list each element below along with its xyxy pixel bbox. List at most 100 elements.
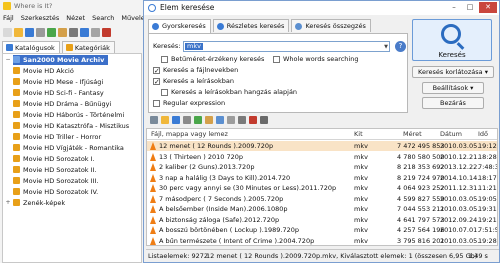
table-header: Fájl, mappa vagy lemez Kit Méret Dátum I… <box>147 129 497 140</box>
tree-item[interactable]: Movie HD Sorozatok IV. <box>13 187 98 197</box>
close-button[interactable]: ✕ <box>479 2 497 13</box>
delete-icon[interactable] <box>102 27 111 37</box>
expand-icon[interactable]: + <box>5 200 11 206</box>
catalog-tabs: Katalógusok Kategóriák <box>2 41 140 53</box>
tree-item[interactable]: Movie HD Katasztrófa - Misztikus <box>13 121 129 131</box>
view-mode-icon[interactable] <box>150 116 158 124</box>
tree-item[interactable]: Movie HD Sorozatok III. <box>13 176 98 186</box>
cell-time: 19:28:19 <box>478 236 497 245</box>
save-icon[interactable] <box>25 27 34 37</box>
help-icon[interactable]: ? <box>395 41 406 52</box>
save-icon[interactable] <box>172 116 180 124</box>
vlc-file-icon <box>150 205 156 213</box>
copy-icon[interactable] <box>205 116 213 124</box>
vlc-file-icon <box>150 184 156 192</box>
table-row[interactable]: A bosszú börtönében ( Lockup ).1989.720p… <box>147 225 497 235</box>
main-toolbar <box>0 25 140 39</box>
tab-detailed-search[interactable]: Részletes keresés <box>212 19 290 32</box>
column-date[interactable]: Dátum <box>440 130 462 138</box>
minimize-button[interactable]: – <box>447 2 461 13</box>
menu-view[interactable]: Nézet <box>66 12 85 24</box>
filter-icon[interactable] <box>238 116 246 124</box>
collapse-icon[interactable]: − <box>5 57 11 63</box>
tree-item[interactable]: Movie HD Sorozatok I. <box>13 154 95 164</box>
add-disk-icon[interactable] <box>47 27 56 37</box>
cell-time: 7:51:51 <box>478 226 497 234</box>
tab-categories[interactable]: Kategóriák <box>61 41 115 53</box>
tab-catalogs[interactable]: Katalógusok <box>2 41 60 53</box>
open-folder-icon[interactable] <box>14 27 23 37</box>
checkbox-label: Whole words searching <box>283 55 359 63</box>
sound-alike-checkbox[interactable]: Keresés a leírásokban hangzás alapján <box>161 88 297 97</box>
search-button[interactable]: Keresés <box>412 19 492 61</box>
table-row[interactable]: 7 másodperc ( 7 Seconds ).2005.720p mkv 4 … <box>147 194 497 204</box>
print-icon[interactable] <box>183 116 191 124</box>
tree-item[interactable]: Movie HD Triller - Horror <box>13 132 101 142</box>
menu-search[interactable]: Search <box>92 12 114 24</box>
cell-date: 2010.07.01. <box>440 226 480 234</box>
search-filenames-checkbox[interactable]: ✓ Keresés a fájlnevekben <box>153 66 238 75</box>
column-name[interactable]: Fájl, mappa vagy lemez <box>151 130 228 138</box>
cell-time: 19:31:42 <box>478 205 497 213</box>
maximize-button[interactable]: □ <box>463 2 477 13</box>
tree-item-label: Movie HD Sorozatok III. <box>23 177 99 185</box>
keyword-label: Keresés: <box>153 42 181 50</box>
properties-icon[interactable] <box>69 27 78 37</box>
edit-icon[interactable] <box>227 116 235 124</box>
tree-root[interactable]: San2000 Movie Archiv <box>13 55 109 65</box>
open-folder-icon[interactable] <box>161 116 169 124</box>
column-ext[interactable]: Kit <box>354 130 363 138</box>
properties-icon[interactable] <box>216 116 224 124</box>
column-time[interactable]: Idő <box>478 130 488 138</box>
column-size[interactable]: Méret <box>403 130 422 138</box>
keyword-input[interactable]: mkv ▼ <box>183 41 390 52</box>
table-row[interactable]: A belsőember (Inside Man).2006.1080p mkv 7… <box>147 204 497 214</box>
regex-checkbox[interactable]: Regular expression <box>153 99 225 108</box>
cell-name: 2 kaliber (2 Guns).2013.720p <box>159 163 255 171</box>
new-icon[interactable] <box>3 27 12 37</box>
folder-icon <box>13 144 20 151</box>
checkbox-box <box>161 89 168 96</box>
chevron-down-icon[interactable]: ▼ <box>384 44 388 50</box>
checkbox-box: ✓ <box>153 78 160 86</box>
menu-file[interactable]: Fájl <box>3 12 14 24</box>
tab-search-summary[interactable]: Keresés összegzés <box>291 19 371 32</box>
cell-name: 13 ( Thirteen ) 2010 720p <box>159 152 243 161</box>
restrict-search-button[interactable]: Keresés korlátozása ▾ <box>412 66 494 78</box>
view-icon[interactable] <box>91 27 100 37</box>
tree-item[interactable]: Movie HD Háborús - Történelmi <box>13 110 124 120</box>
settings-button[interactable]: Beállítások ▾ <box>422 82 484 94</box>
table-row[interactable]: 2 kaliber (2 Guns).2013.720p mkv 8 218 353… <box>147 162 497 172</box>
tree-item[interactable]: Movie HD Akció <box>13 66 74 76</box>
table-row[interactable]: 13 ( Thirteen ) 2010 720p mkv 4 780 580 50… <box>147 152 497 162</box>
table-row[interactable]: 30 perc vagy annyi se (30 Minutes or Les… <box>147 183 497 193</box>
table-row[interactable]: A bűn természete ( Intent of Crime ).200… <box>147 236 497 246</box>
tree-item[interactable]: Movie HD Vígjáték - Romantika <box>13 143 124 153</box>
tree-item[interactable]: Movie HD Sci-fi - Fantasy <box>13 88 104 98</box>
search-descriptions-checkbox[interactable]: ✓ Keresés a leírásokban <box>153 77 234 86</box>
select-all-icon[interactable] <box>194 116 202 124</box>
menu-edit[interactable]: Szerkesztés <box>21 12 59 24</box>
table-row[interactable]: A biztonság záloga (Safe).2012.720p mkv 4 … <box>147 215 497 225</box>
folder-icon <box>13 78 20 85</box>
close-dialog-button[interactable]: Bezárás <box>422 97 484 109</box>
tree-item[interactable]: Movie HD Sorozatok II. <box>13 165 97 175</box>
tree-item[interactable]: Movie HD Mese - Ifjúsági <box>13 77 103 87</box>
delete-icon[interactable] <box>249 116 257 124</box>
catalog-tree[interactable]: − San2000 Movie Archiv Movie HD Akció Mo… <box>2 53 142 263</box>
case-sensitive-checkbox[interactable]: Betűméret-érzékeny keresés <box>161 55 264 64</box>
table-row[interactable]: 12 menet ( 12 Rounds ).2009.720p mkv 7 472… <box>147 141 497 151</box>
cell-size: 7 472 495 853 <box>397 142 445 150</box>
results-table: Fájl, mappa vagy lemez Kit Méret Dátum I… <box>146 128 498 246</box>
tab-quick-search[interactable]: Gyorskeresés <box>148 19 211 33</box>
table-row[interactable]: 3 nap a halálig (3 Days to Kill).2014.72… <box>147 173 497 183</box>
checkbox-label: Keresés a fájlnevekben <box>163 66 239 74</box>
whole-words-checkbox[interactable]: Whole words searching <box>273 55 358 64</box>
tree-item[interactable]: Zenék-képek <box>13 198 65 208</box>
tree-item[interactable]: Movie HD Dráma - Bűnügyi <box>13 99 111 109</box>
cell-date: 2012.09.24. <box>440 215 480 224</box>
search-icon[interactable] <box>80 27 89 37</box>
export-icon[interactable] <box>260 116 268 124</box>
print-icon[interactable] <box>36 27 45 37</box>
update-icon[interactable] <box>58 27 67 37</box>
